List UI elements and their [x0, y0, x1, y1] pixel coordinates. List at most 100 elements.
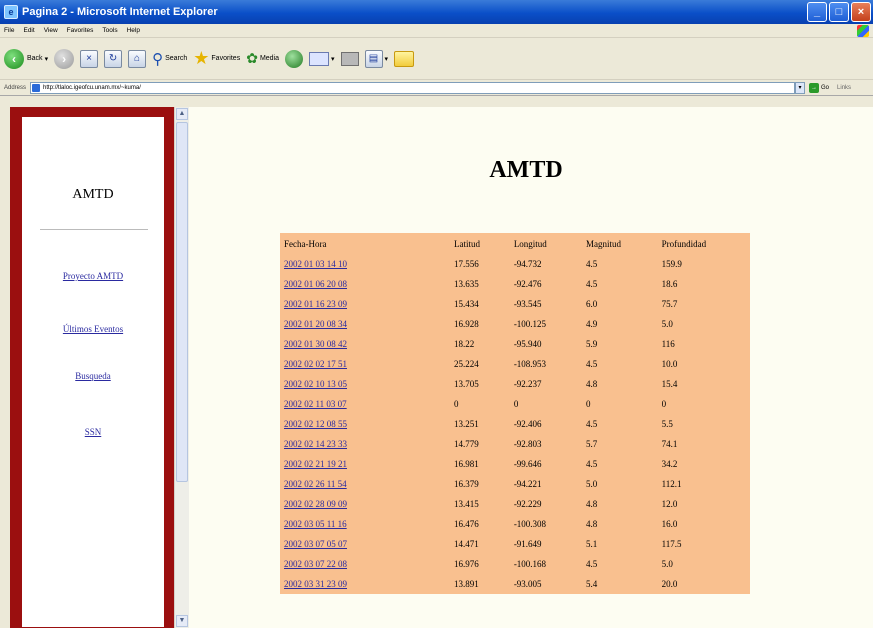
table-cell: 13.415 [454, 499, 479, 509]
media-button[interactable]: ✿ Media [246, 50, 279, 67]
event-link[interactable]: 2002 01 03 14 10 [280, 254, 450, 274]
back-dropdown-icon[interactable]: ▾ [45, 55, 49, 63]
refresh-button[interactable]: ↻ [104, 49, 123, 68]
table-row: 2002 03 05 11 16 16.476 -100.308 4.8 16.0 [280, 514, 750, 534]
favorites-star-icon: ★ [193, 48, 210, 68]
table-cell: 5.0 [661, 559, 673, 569]
sidebar-scrollbar[interactable]: ▲ ▼ [174, 107, 189, 628]
event-link[interactable]: 2002 03 07 05 07 [280, 534, 450, 554]
table-cell: 4.9 [585, 319, 598, 329]
mail-icon [309, 51, 330, 66]
address-input[interactable]: http://tlaloc.igeofcu.unam.mx/~kuma/ [30, 81, 796, 94]
event-link[interactable]: 2002 03 07 22 08 [280, 554, 450, 574]
events-table: Fecha-Hora Latitud Longitud Magnitud Pro… [280, 233, 750, 594]
column-latitud: Latitud [454, 238, 480, 249]
table-cell: 12.0 [661, 499, 678, 509]
scroll-up-icon[interactable]: ▲ [176, 108, 188, 120]
links-button[interactable]: Links [837, 85, 851, 91]
favorites-button[interactable]: ★ Favorites [193, 48, 240, 69]
media-icon: ✿ [246, 50, 258, 66]
title-bar: e Pagina 2 - Microsoft Internet Explorer… [0, 0, 873, 24]
menu-favorites[interactable]: Favorites [67, 27, 94, 34]
stop-button[interactable]: × [80, 49, 99, 68]
table-cell: 5.9 [585, 339, 598, 349]
table-cell: 17.556 [454, 259, 479, 269]
menu-tools[interactable]: Tools [102, 27, 117, 34]
table-row: 2002 03 07 05 07 14.471 -91.649 5.1 117.5 [280, 534, 750, 554]
go-label: Go [821, 84, 830, 91]
table-cell: 34.2 [661, 459, 678, 469]
scroll-down-icon[interactable]: ▼ [176, 615, 188, 627]
back-button[interactable]: ‹ Back ▾ [4, 48, 49, 69]
table-cell: 116 [661, 339, 675, 349]
table-cell: 25.224 [454, 359, 479, 369]
back-arrow-icon: ‹ [4, 48, 24, 69]
event-link[interactable]: 2002 03 05 11 16 [280, 514, 450, 534]
history-button[interactable] [285, 49, 304, 68]
table-row: 2002 03 31 23 09 13.891 -93.005 5.4 20.0 [280, 574, 750, 594]
search-button[interactable]: ⚲ Search [152, 50, 187, 68]
event-link[interactable]: 2002 01 30 08 42 [280, 334, 450, 354]
table-row: 2002 01 20 08 34 16.928 -100.125 4.9 5.0 [280, 314, 750, 334]
scroll-thumb[interactable] [176, 122, 188, 482]
table-cell: 4.8 [585, 499, 598, 509]
table-cell: 112.1 [661, 479, 682, 489]
table-cell: 5.5 [661, 419, 673, 429]
table-cell: 13.891 [454, 579, 479, 589]
sidebar-link-ultimos-eventos[interactable]: Últimos Eventos [22, 324, 164, 334]
table-cell: -108.953 [513, 359, 547, 369]
browser-window: e Pagina 2 - Microsoft Internet Explorer… [0, 0, 873, 628]
event-link[interactable]: 2002 01 20 08 34 [280, 314, 450, 334]
event-link[interactable]: 2002 02 14 23 33 [280, 434, 450, 454]
event-link[interactable]: 2002 02 21 19 21 [280, 454, 450, 474]
sidebar-link-busqueda[interactable]: Busqueda [22, 371, 164, 381]
table-cell: 18.22 [454, 339, 475, 349]
table-row: 2002 02 02 17 51 25.224 -108.953 4.5 10.0 [280, 354, 750, 374]
media-label: Media [259, 55, 280, 62]
table-row: 2002 02 28 09 09 13.415 -92.229 4.8 12.0 [280, 494, 750, 514]
table-cell: 4.8 [585, 519, 598, 529]
column-fecha-hora: Fecha-Hora [284, 238, 327, 249]
menu-file[interactable]: File [4, 27, 14, 34]
folder-button[interactable] [394, 50, 415, 67]
sidebar-frame: AMTD Proyecto AMTD Últimos Eventos Busqu… [10, 107, 174, 628]
table-cell: 5.1 [585, 539, 598, 549]
event-link[interactable]: 2002 01 06 20 08 [280, 274, 450, 294]
maximize-button[interactable]: □ [829, 2, 849, 22]
go-button[interactable]: → Go [809, 82, 830, 93]
menu-view[interactable]: View [44, 27, 58, 34]
menu-help[interactable]: Help [127, 27, 140, 34]
table-cell: 5.7 [585, 439, 598, 449]
home-button[interactable]: ⌂ [128, 49, 147, 68]
table-cell: 5.0 [585, 479, 598, 489]
table-cell: 4.5 [585, 359, 598, 369]
mail-button[interactable]: ▾ [309, 51, 335, 66]
close-button[interactable]: × [851, 2, 871, 22]
print-icon [340, 51, 359, 66]
table-cell: 13.705 [454, 379, 479, 389]
edit-button[interactable]: ▤ ▾ [364, 49, 388, 68]
event-link[interactable]: 2002 03 31 23 09 [280, 574, 450, 594]
table-row: 2002 02 21 19 21 16.981 -99.646 4.5 34.2 [280, 454, 750, 474]
forward-button[interactable]: › [54, 48, 75, 69]
menu-edit[interactable]: Edit [23, 27, 34, 34]
event-link[interactable]: 2002 02 26 11 54 [280, 474, 450, 494]
address-dropdown-icon[interactable]: ▾ [795, 81, 806, 94]
print-button[interactable] [340, 51, 359, 66]
table-cell: 0 [454, 399, 459, 409]
sidebar-link-proyecto[interactable]: Proyecto AMTD [22, 271, 164, 281]
table-cell: 15.434 [454, 299, 479, 309]
event-link[interactable]: 2002 02 10 13 05 [280, 374, 450, 394]
sidebar-link-ssn[interactable]: SSN [22, 427, 164, 437]
event-link[interactable]: 2002 01 16 23 09 [280, 294, 450, 314]
event-link[interactable]: 2002 02 11 03 07 [280, 394, 450, 414]
minimize-button[interactable]: _ [807, 2, 827, 22]
table-row: 2002 02 14 23 33 14.779 -92.803 5.7 74.1 [280, 434, 750, 454]
event-link[interactable]: 2002 02 02 17 51 [280, 354, 450, 374]
event-link[interactable]: 2002 02 12 08 55 [280, 414, 450, 434]
table-cell: -92.406 [513, 419, 542, 429]
home-icon: ⌂ [128, 49, 147, 68]
table-cell: 16.981 [454, 459, 479, 469]
table-row: 2002 01 30 08 42 18.22 -95.940 5.9 116 [280, 334, 750, 354]
event-link[interactable]: 2002 02 28 09 09 [280, 494, 450, 514]
